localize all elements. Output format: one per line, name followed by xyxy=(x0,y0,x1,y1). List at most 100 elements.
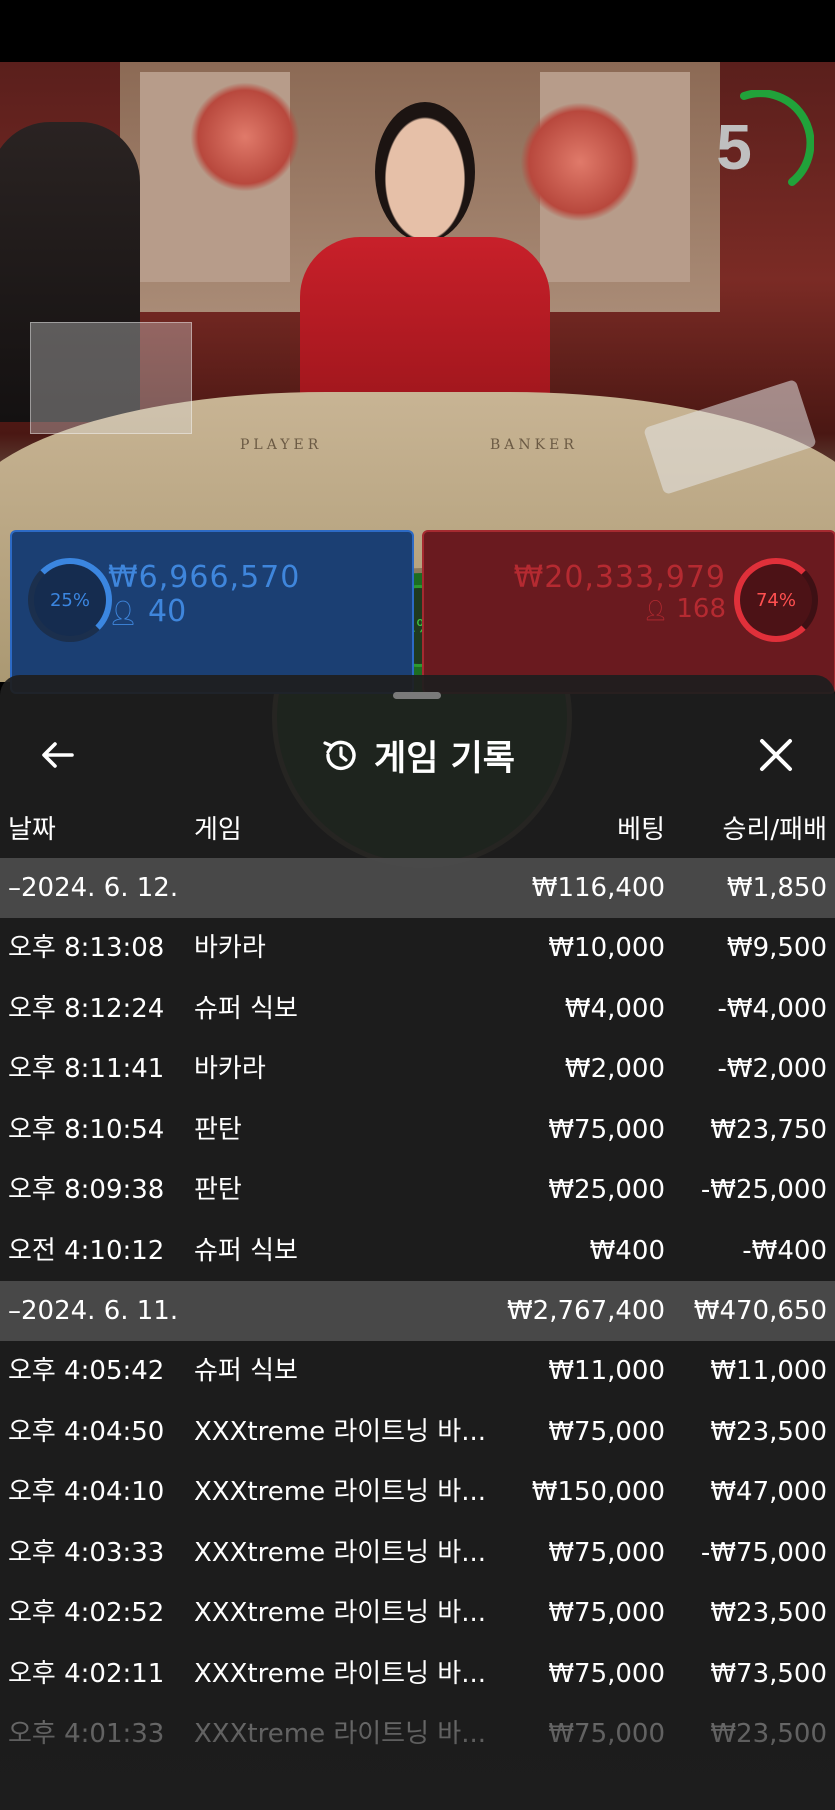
column-header-result[interactable]: 승리/패배 xyxy=(723,810,827,850)
history-row[interactable]: 오전 4:10:12 슈퍼 식보 ₩400 -₩400 xyxy=(0,1221,835,1282)
table-label-player: PLAYER xyxy=(240,437,323,453)
row-result: -₩25,000 xyxy=(700,1175,827,1205)
row-game: 바카라 xyxy=(194,933,266,963)
blossom-decoration xyxy=(520,102,640,222)
row-result: -₩2,000 xyxy=(717,1054,827,1084)
history-row[interactable]: 오후 4:02:52 XXXtreme 라이트닝 바... ₩75,000 ₩2… xyxy=(0,1583,835,1644)
history-row[interactable]: 오후 4:03:33 XXXtreme 라이트닝 바... ₩75,000 -₩… xyxy=(0,1523,835,1584)
row-bet: ₩25,000 xyxy=(548,1175,665,1205)
row-time: 오후 4:03:33 xyxy=(8,1537,165,1568)
row-result: ₩11,000 xyxy=(710,1356,827,1386)
row-game: 판탄 xyxy=(194,1175,242,1205)
sheet-header: 게임 기록 xyxy=(0,715,835,795)
row-game: 슈퍼 식보 xyxy=(194,993,298,1024)
row-time: 오후 8:09:38 xyxy=(8,1175,165,1205)
player-bettor-count: 👤︎ 40 xyxy=(108,594,186,629)
column-header-game[interactable]: 게임 xyxy=(194,810,242,850)
row-game: XXXtreme 라이트닝 바... xyxy=(194,1537,486,1568)
row-game: 바카라 xyxy=(194,1054,266,1084)
row-time: 오후 8:11:41 xyxy=(8,1054,165,1084)
history-row[interactable]: 오후 4:02:11 XXXtreme 라이트닝 바... ₩75,000 ₩7… xyxy=(0,1644,835,1705)
row-result: ₩73,500 xyxy=(710,1658,827,1689)
row-time: 오후 8:13:08 xyxy=(8,933,165,963)
row-game: XXXtreme 라이트닝 바... xyxy=(194,1416,486,1447)
row-result: ₩47,000 xyxy=(710,1477,827,1507)
player-bet-amount: ₩6,966,570 xyxy=(108,560,301,595)
row-game: XXXtreme 라이트닝 바... xyxy=(194,1658,486,1689)
date-group-row[interactable]: –2024. 6. 12. ₩116,400 ₩1,850 xyxy=(0,858,835,918)
row-game: 슈퍼 식보 xyxy=(194,1356,298,1386)
history-list: –2024. 6. 12. ₩116,400 ₩1,850 오후 8:13:08… xyxy=(0,858,835,1765)
person-icon: 👤︎ xyxy=(642,598,669,622)
row-game: XXXtreme 라이트닝 바... xyxy=(194,1598,486,1628)
discard-box xyxy=(30,322,192,434)
row-result: -₩4,000 xyxy=(717,993,827,1024)
sheet-drag-handle[interactable] xyxy=(393,692,441,699)
row-time: 오후 4:02:52 xyxy=(8,1598,165,1628)
close-icon[interactable] xyxy=(754,733,798,777)
date-group-row[interactable]: –2024. 6. 11. ₩2,767,400 ₩470,650 xyxy=(0,1281,835,1341)
banker-bet-amount: ₩20,333,979 xyxy=(513,560,726,595)
history-icon xyxy=(323,740,356,771)
table-label-banker: BANKER xyxy=(490,437,578,453)
column-header-date[interactable]: 날짜 xyxy=(8,810,56,850)
history-row[interactable]: 오후 4:04:50 XXXtreme 라이트닝 바... ₩75,000 ₩2… xyxy=(0,1402,835,1463)
row-bet: ₩75,000 xyxy=(548,1416,665,1447)
row-bet: ₩11,000 xyxy=(548,1356,665,1386)
banker-bettor-count: 👤︎ 168 xyxy=(643,594,726,624)
blossom-decoration xyxy=(190,82,300,192)
person-icon: 👤︎ xyxy=(108,599,139,627)
player-bet-area[interactable]: 25% ₩6,966,570 👤︎ 40 xyxy=(10,530,414,694)
row-result: -₩75,000 xyxy=(700,1537,827,1568)
row-time: 오후 8:12:24 xyxy=(8,993,165,1024)
group-result-total: ₩470,650 xyxy=(693,1296,827,1326)
game-history-sheet: 게임 기록 날짜 게임 베팅 승리/패배 –2024. 6. 12. ₩116,… xyxy=(0,675,835,1810)
player-bettor-count-value: 40 xyxy=(148,594,187,629)
banker-bet-area[interactable]: ₩20,333,979 👤︎ 168 74% xyxy=(422,530,835,694)
row-result: -₩400 xyxy=(742,1235,827,1266)
countdown-timer: 5 xyxy=(716,111,752,183)
group-bet-total: ₩116,400 xyxy=(531,873,665,903)
row-game: XXXtreme 라이트닝 바... xyxy=(194,1477,486,1507)
group-date: –2024. 6. 11. xyxy=(8,1296,179,1326)
row-bet: ₩2,000 xyxy=(564,1054,665,1084)
row-bet: ₩75,000 xyxy=(548,1719,665,1749)
arrow-left-icon[interactable] xyxy=(36,733,80,777)
history-row[interactable]: 오후 8:12:24 슈퍼 식보 ₩4,000 -₩4,000 xyxy=(0,979,835,1040)
history-row[interactable]: 오후 8:13:08 바카라 ₩10,000 ₩9,500 xyxy=(0,918,835,979)
history-row[interactable]: 오후 4:05:42 슈퍼 식보 ₩11,000 ₩11,000 xyxy=(0,1341,835,1402)
row-time: 오후 4:02:11 xyxy=(8,1658,165,1689)
row-game: 슈퍼 식보 xyxy=(194,1235,298,1266)
row-result: ₩23,750 xyxy=(710,1114,827,1145)
group-result-total: ₩1,850 xyxy=(726,873,827,903)
row-time: 오후 4:05:42 xyxy=(8,1356,165,1386)
player-bet-percent: 25% xyxy=(28,558,112,642)
row-result: ₩23,500 xyxy=(710,1416,827,1447)
dealer-head xyxy=(375,102,475,242)
row-bet: ₩75,000 xyxy=(548,1658,665,1689)
history-row[interactable]: 오후 8:11:41 바카라 ₩2,000 -₩2,000 xyxy=(0,1039,835,1100)
row-time: 오전 4:10:12 xyxy=(8,1235,165,1266)
row-time: 오후 4:04:50 xyxy=(8,1416,165,1447)
row-time: 오후 8:10:54 xyxy=(8,1114,165,1145)
row-bet: ₩75,000 xyxy=(548,1537,665,1568)
row-result: ₩9,500 xyxy=(726,933,827,963)
banker-bettor-count-value: 168 xyxy=(676,594,726,624)
row-bet: ₩4,000 xyxy=(564,993,665,1024)
row-game: XXXtreme 라이트닝 바... xyxy=(194,1719,486,1749)
group-bet-total: ₩2,767,400 xyxy=(506,1296,665,1326)
sheet-title-wrap: 게임 기록 xyxy=(0,715,835,795)
history-row[interactable]: 오후 4:01:33 XXXtreme 라이트닝 바... ₩75,000 ₩2… xyxy=(0,1704,835,1765)
row-bet: ₩400 xyxy=(589,1235,665,1266)
history-row[interactable]: 오후 8:10:54 판탄 ₩75,000 ₩23,750 xyxy=(0,1100,835,1161)
row-result: ₩23,500 xyxy=(710,1719,827,1749)
column-header-bet[interactable]: 베팅 xyxy=(617,810,665,850)
group-date: –2024. 6. 12. xyxy=(8,873,179,903)
sheet-title: 게임 기록 xyxy=(374,738,515,779)
row-game: 판탄 xyxy=(194,1114,242,1145)
row-bet: ₩75,000 xyxy=(548,1598,665,1628)
row-bet: ₩10,000 xyxy=(548,933,665,963)
row-time: 오후 4:04:10 xyxy=(8,1477,165,1507)
history-row[interactable]: 오후 8:09:38 판탄 ₩25,000 -₩25,000 xyxy=(0,1160,835,1221)
history-row[interactable]: 오후 4:04:10 XXXtreme 라이트닝 바... ₩150,000 ₩… xyxy=(0,1462,835,1523)
